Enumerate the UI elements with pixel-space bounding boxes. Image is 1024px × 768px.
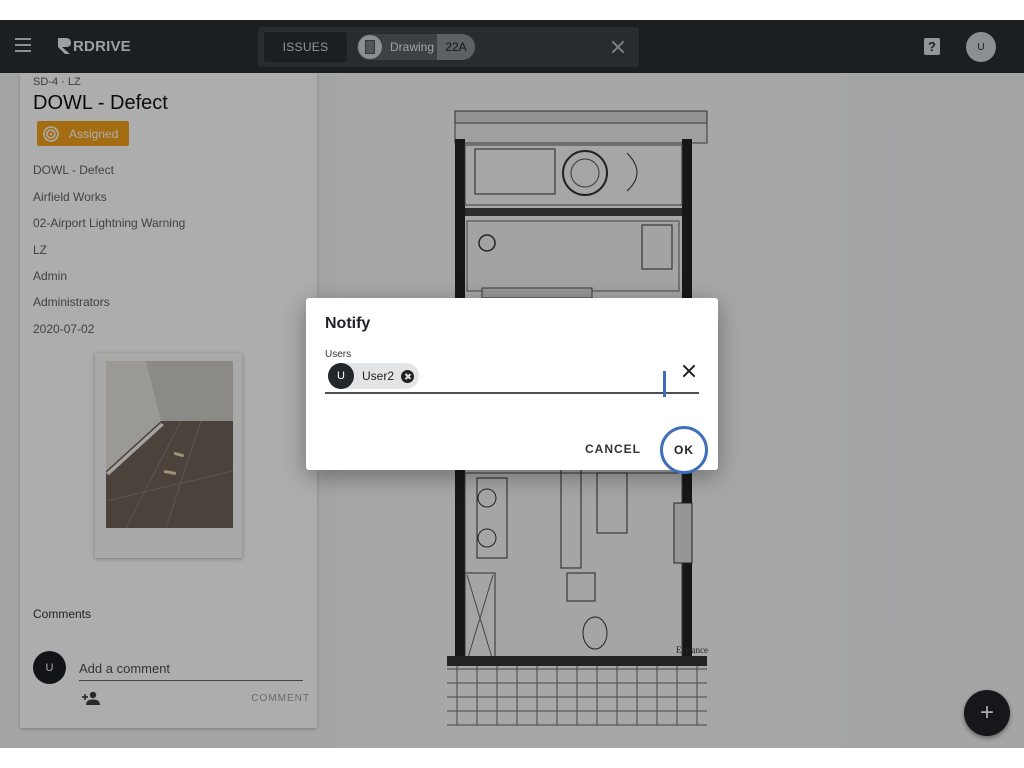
status-band bbox=[0, 0, 1024, 20]
user-chip-avatar: U bbox=[328, 363, 354, 389]
app-window: RDRIVE ISSUES Drawing 22A ? U SD-4 · LZ … bbox=[0, 0, 1024, 768]
bottom-band bbox=[0, 748, 1024, 768]
remove-user-icon[interactable] bbox=[401, 370, 414, 383]
dialog-title: Notify bbox=[325, 315, 371, 332]
notify-dialog: Notify Users U User2 CANCEL OK bbox=[306, 298, 718, 474]
cancel-button[interactable]: CANCEL bbox=[585, 442, 641, 456]
users-field-label: Users bbox=[325, 349, 352, 360]
users-input[interactable]: U User2 bbox=[325, 362, 699, 397]
ok-button[interactable]: OK bbox=[660, 426, 708, 474]
user-chip[interactable]: U User2 bbox=[328, 363, 419, 389]
clear-users-icon[interactable] bbox=[682, 364, 696, 378]
text-cursor bbox=[663, 371, 666, 397]
user-chip-label: User2 bbox=[362, 369, 395, 383]
